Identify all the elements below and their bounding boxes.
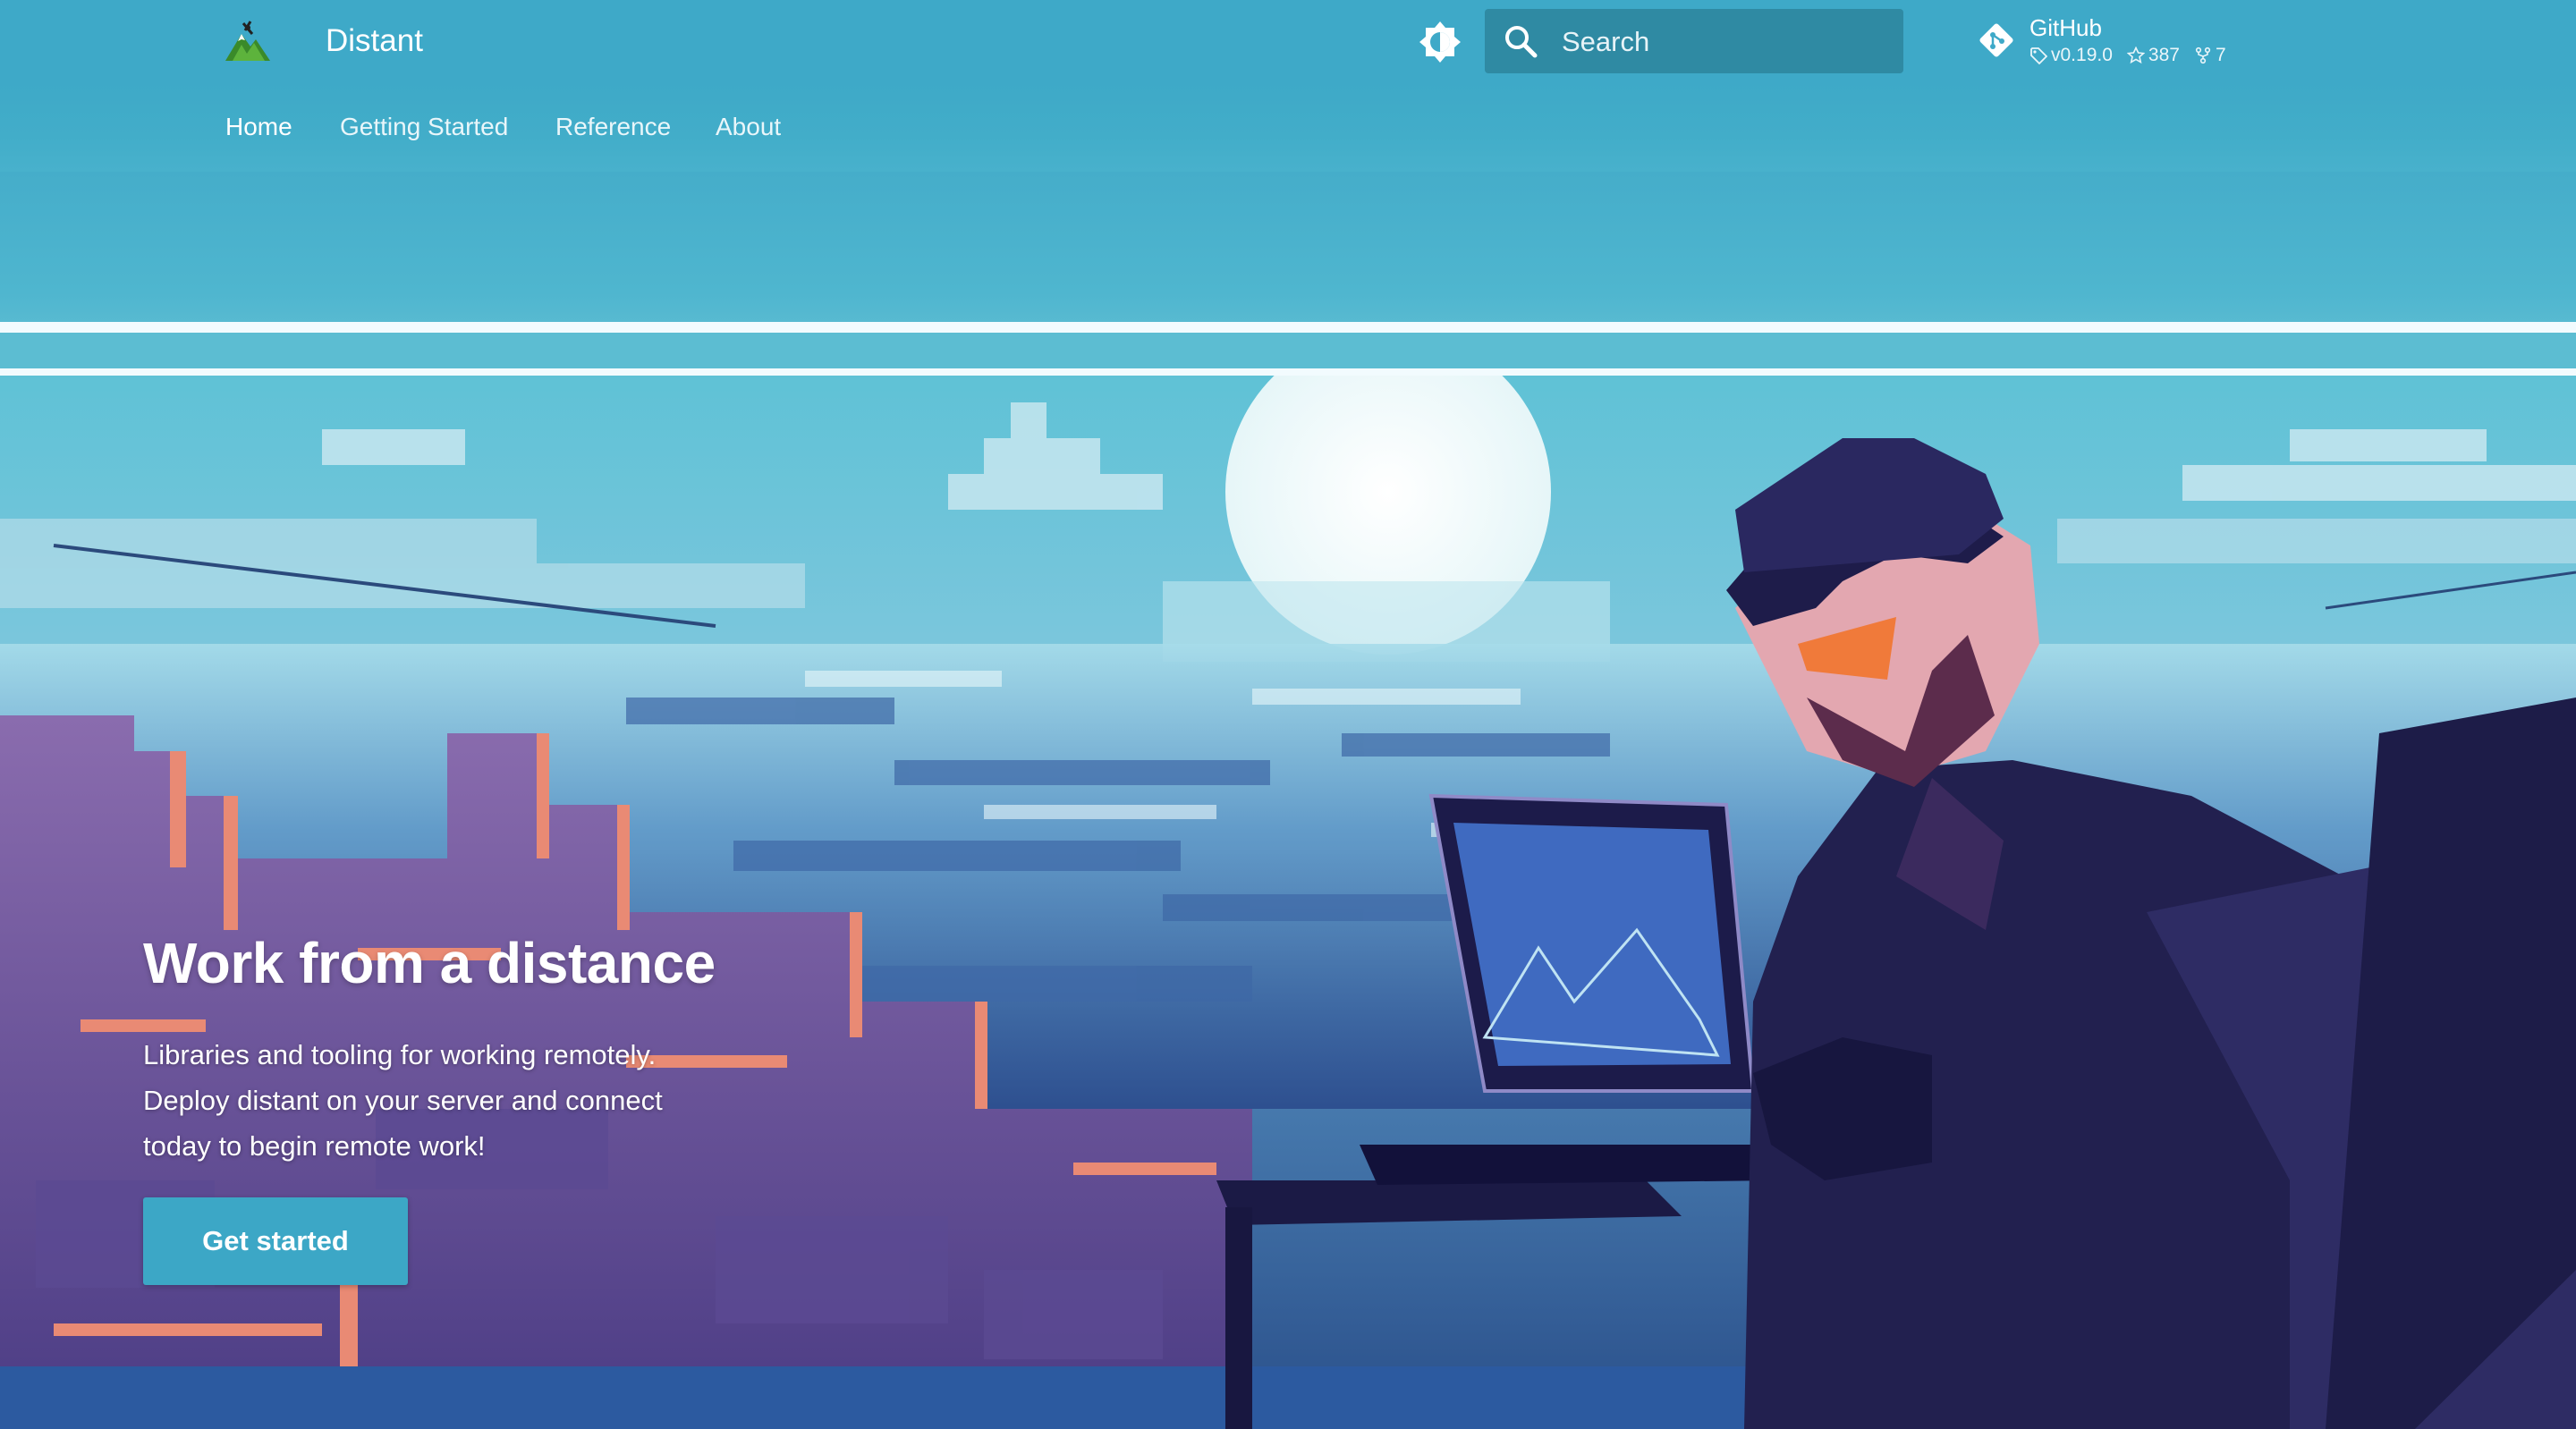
hero-sky-band [0, 172, 2576, 324]
brightness-icon[interactable] [1418, 20, 1462, 64]
get-started-button[interactable]: Get started [143, 1197, 408, 1285]
search-box[interactable] [1485, 9, 1903, 73]
fork-icon [2195, 47, 2211, 64]
repo-version: v0.19.0 [2029, 45, 2113, 66]
hero-divider-stripe [0, 368, 2576, 376]
hero-title: Work from a distance [143, 931, 716, 995]
repo-stars-count: 387 [2148, 45, 2180, 65]
repo-forks: 7 [2194, 45, 2226, 66]
repo-version-text: v0.19.0 [2051, 45, 2113, 65]
tab-about[interactable]: About [716, 113, 781, 141]
site-title[interactable]: Distant [326, 20, 423, 63]
search-icon [1505, 26, 1538, 58]
hero-divider-stripe [0, 322, 2576, 333]
mountain-logo-icon[interactable] [224, 18, 272, 64]
star-icon [2126, 47, 2145, 64]
repo-name: GitHub [2029, 14, 2102, 41]
tab-getting-started[interactable]: Getting Started [340, 113, 508, 141]
tab-home[interactable]: Home [225, 113, 292, 141]
nav-tabs: Home Getting Started Reference About [0, 82, 2576, 172]
repo-forks-count: 7 [2215, 45, 2226, 65]
repo-stars: 387 [2126, 45, 2180, 66]
tab-reference[interactable]: Reference [555, 113, 671, 141]
hero-description: Libraries and tooling for working remote… [143, 1039, 663, 1162]
hero-sky-band-lower [0, 333, 2576, 368]
tag-icon [2030, 47, 2047, 64]
git-icon [1979, 23, 2013, 57]
repo-link[interactable]: GitHub v0.19.0 387 7 [1972, 13, 2267, 75]
repo-facts: v0.19.0 387 7 [2029, 45, 2226, 66]
site-header: Distant GitHub v0.19.0 [0, 0, 2576, 82]
search-input[interactable] [1560, 21, 1885, 63]
